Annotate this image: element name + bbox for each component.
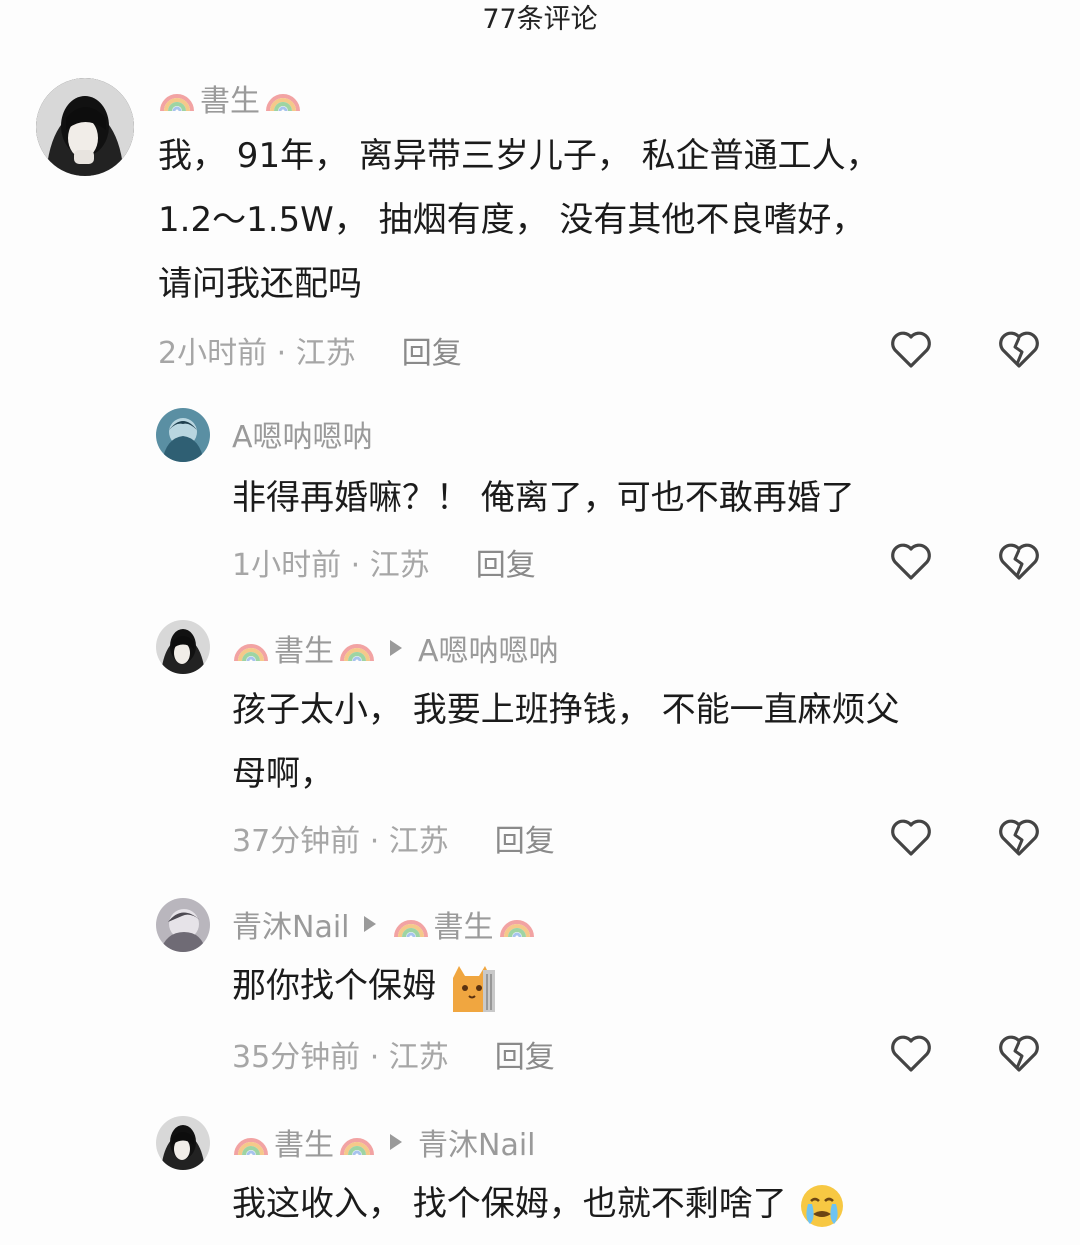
rainbow-emoji-icon: [338, 631, 376, 665]
reply-button[interactable]: 回复: [495, 816, 555, 860]
author-row: A嗯呐嗯呐: [232, 412, 373, 456]
comment-meta: 37分钟前 · 江苏 回复: [232, 816, 555, 860]
timestamp-location: 2小时前 · 江苏: [158, 336, 356, 371]
comment-text-line: 母啊，: [232, 754, 334, 794]
like-heart-icon[interactable]: [888, 326, 934, 372]
avatar[interactable]: [156, 898, 210, 952]
dislike-broken-heart-icon[interactable]: [996, 326, 1042, 372]
comment-meta: 35分钟前 · 江苏 回复: [232, 1032, 555, 1076]
reply-to-name[interactable]: 青沐Nail: [418, 1120, 536, 1164]
author-name[interactable]: 書生: [274, 626, 334, 670]
avatar[interactable]: [156, 1116, 210, 1170]
timestamp-location: 35分钟前 · 江苏: [232, 1040, 449, 1075]
rainbow-emoji-icon: [264, 81, 302, 115]
comment-meta: 2小时前 · 江苏 回复: [158, 328, 462, 372]
reply-to-name[interactable]: A嗯呐嗯呐: [418, 626, 559, 670]
comment-text-line: 非得再婚嘛？！ 俺离了，可也不敢再婚了: [232, 478, 855, 518]
comment-text-line: 请问我还配吗: [158, 264, 362, 304]
author-row: 書生 A嗯呐嗯呐: [232, 626, 559, 670]
comment-count-title: 77条评论: [482, 4, 598, 35]
reply-arrow-icon: [363, 916, 376, 932]
author-row: 書生 青沐Nail: [232, 1120, 536, 1164]
dislike-broken-heart-icon[interactable]: [996, 538, 1042, 584]
dislike-broken-heart-icon[interactable]: [996, 814, 1042, 860]
avatar[interactable]: [156, 408, 210, 462]
timestamp-location: 37分钟前 · 江苏: [232, 824, 449, 859]
reply-item: 青沐Nail 書生 那你找个保姆 35分钟前 · 江苏 回复: [0, 894, 1080, 1084]
author-name[interactable]: 青沐Nail: [232, 902, 350, 946]
rainbow-emoji-icon: [498, 907, 536, 941]
dislike-broken-heart-icon[interactable]: [996, 1030, 1042, 1076]
comment-text-line: 我这收入， 找个保姆，也就不剩啥了: [232, 1178, 846, 1230]
reply-to-name[interactable]: 書生: [434, 902, 494, 946]
comment-text-line: 那你找个保姆: [232, 960, 497, 1014]
reply-item: A嗯呐嗯呐 非得再婚嘛？！ 俺离了，可也不敢再婚了 1小时前 · 江苏 回复: [0, 404, 1080, 594]
rainbow-emoji-icon: [232, 631, 270, 665]
rainbow-emoji-icon: [338, 1125, 376, 1159]
rainbow-emoji-icon: [158, 81, 196, 115]
comment-text-line: 孩子太小， 我要上班挣钱， 不能一直麻烦父: [232, 690, 900, 730]
crying-emoji-icon: [798, 1182, 846, 1230]
rainbow-emoji-icon: [392, 907, 430, 941]
like-heart-icon[interactable]: [888, 1030, 934, 1076]
comment-item: 書生 我， 91年， 离异带三岁儿子， 私企普通工人， 1.2～1.5W， 抽烟…: [0, 70, 1080, 390]
avatar[interactable]: [156, 620, 210, 674]
reply-arrow-icon: [390, 1134, 402, 1150]
like-heart-icon[interactable]: [888, 814, 934, 860]
author-name[interactable]: 書生: [200, 76, 260, 120]
author-name[interactable]: A嗯呐嗯呐: [232, 412, 373, 456]
reply-item: 書生 A嗯呐嗯呐 孩子太小， 我要上班挣钱， 不能一直麻烦父 母啊， 37分钟前…: [0, 616, 1080, 866]
avatar[interactable]: [36, 78, 134, 176]
author-row: 青沐Nail 書生: [232, 902, 536, 946]
author-row: 書生: [158, 76, 302, 120]
like-heart-icon[interactable]: [888, 538, 934, 584]
reply-button[interactable]: 回复: [476, 540, 536, 584]
comment-text-line: 1.2～1.5W， 抽烟有度， 没有其他不良嗜好，: [158, 200, 866, 240]
comment-text: 那你找个保姆: [232, 966, 436, 1006]
cat-emoji-icon: [447, 962, 497, 1014]
rainbow-emoji-icon: [232, 1125, 270, 1159]
reply-item: 書生 青沐Nail 我这收入， 找个保姆，也就不剩啥了: [0, 1112, 1080, 1229]
reply-arrow-icon: [390, 640, 402, 656]
comment-text: 我这收入， 找个保姆，也就不剩啥了: [232, 1184, 787, 1224]
reply-button[interactable]: 回复: [495, 1032, 555, 1076]
comment-meta: 1小时前 · 江苏 回复: [232, 540, 536, 584]
timestamp-location: 1小时前 · 江苏: [232, 548, 430, 583]
author-name[interactable]: 書生: [274, 1120, 334, 1164]
comment-text-line: 我， 91年， 离异带三岁儿子， 私企普通工人，: [158, 136, 880, 176]
reply-button[interactable]: 回复: [402, 328, 462, 372]
